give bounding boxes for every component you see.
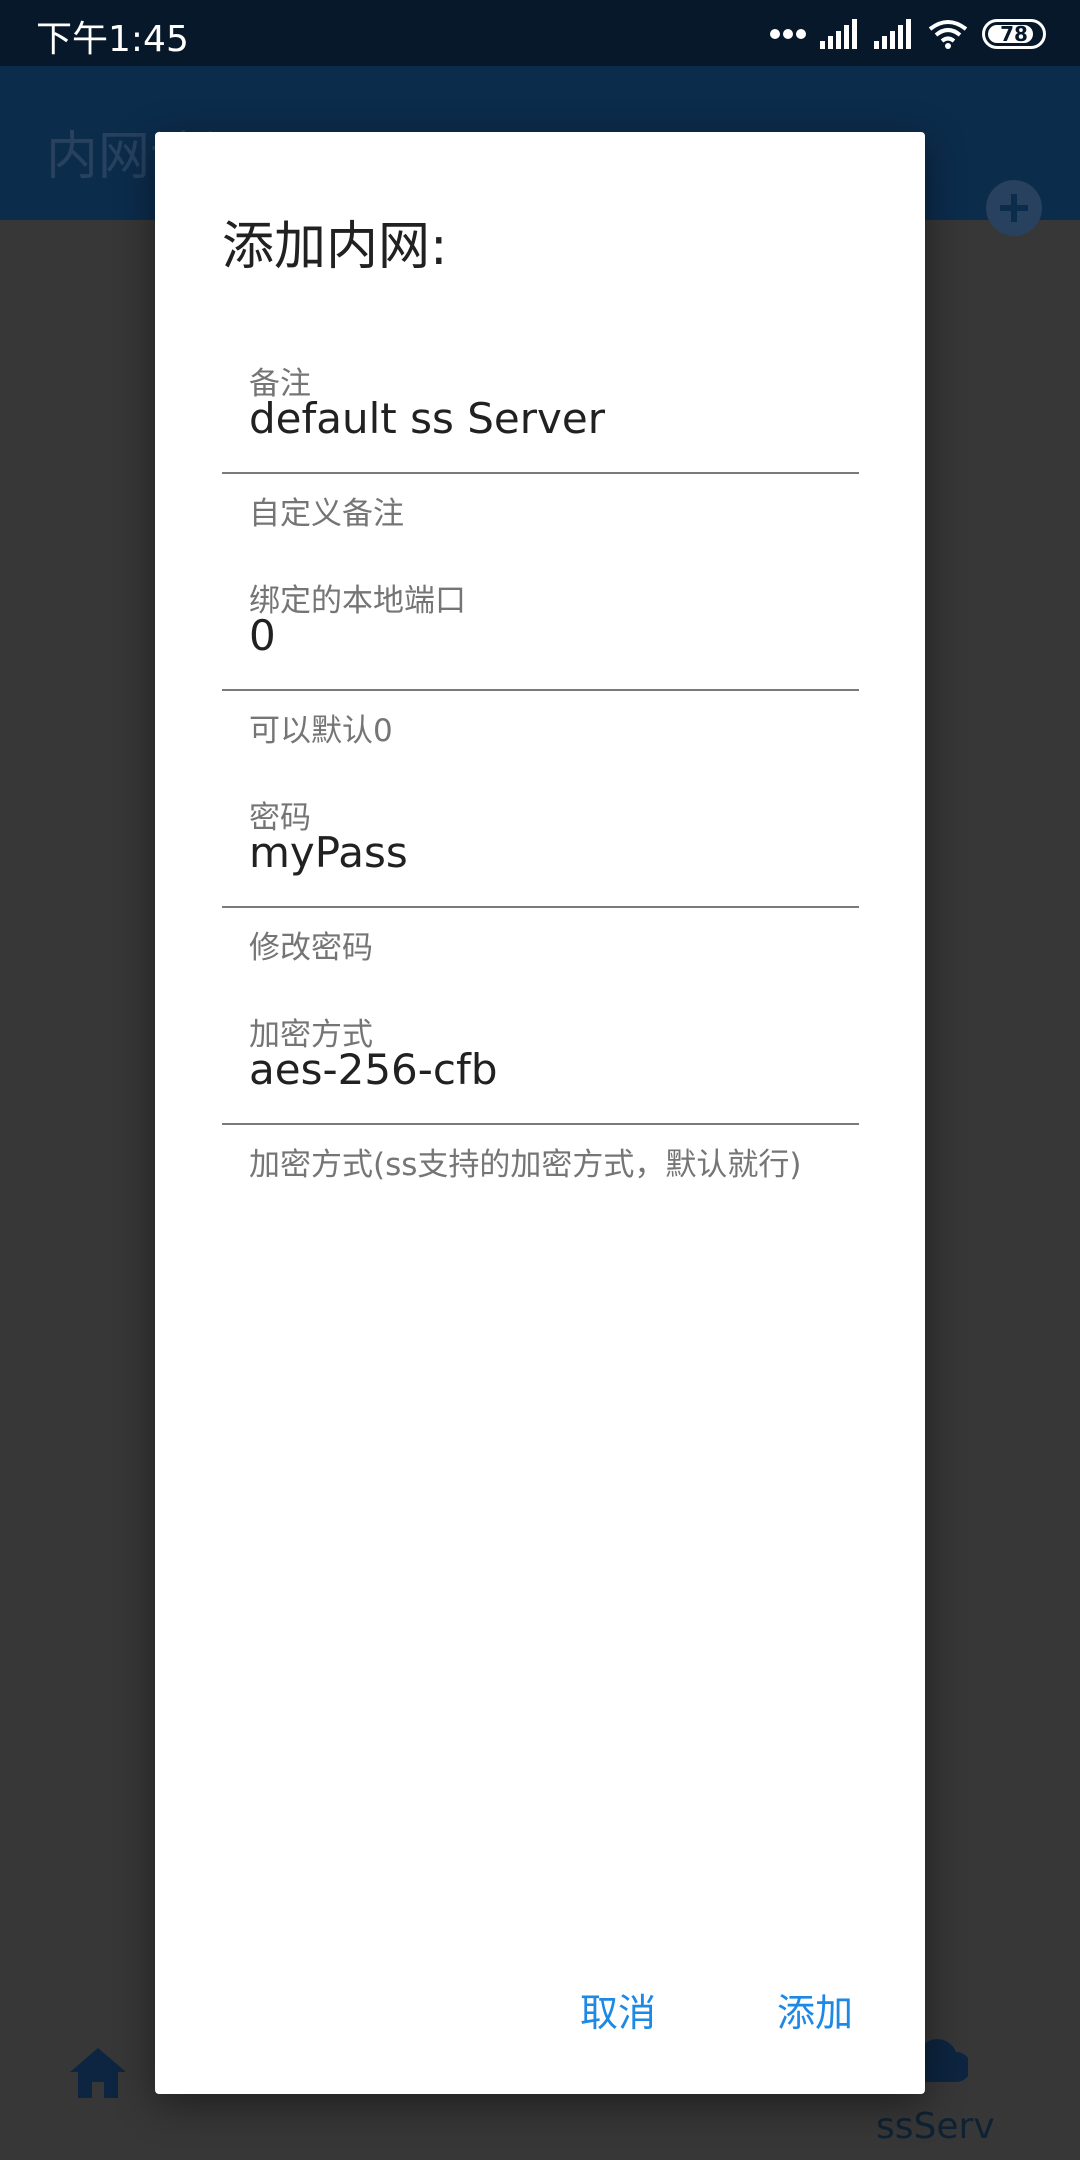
status-icons: 78	[770, 14, 1046, 54]
helper-text: 加密方式(ss支持的加密方式，默认就行)	[249, 1147, 802, 1183]
input-underline	[222, 472, 859, 474]
helper-text: 自定义备注	[249, 496, 404, 532]
helper-text: 可以默认0	[249, 713, 393, 749]
cancel-button[interactable]: 取消	[580, 1982, 656, 2037]
bottom-nav-label-ssserv[interactable]: ssServ	[876, 2106, 995, 2147]
local-port-input[interactable]: 0	[249, 611, 276, 660]
input-underline	[222, 689, 859, 691]
input-underline	[222, 1123, 859, 1125]
status-time: 下午1:45	[36, 19, 189, 60]
battery-icon: 78	[982, 19, 1046, 49]
home-icon[interactable]	[70, 2048, 126, 2098]
wifi-icon	[928, 20, 968, 49]
dialog-title: 添加内网:	[222, 217, 448, 277]
status-bar: 下午1:45 78	[0, 0, 1080, 66]
signal-icon	[820, 19, 857, 49]
input-underline	[222, 906, 859, 908]
helper-text: 修改密码	[249, 930, 373, 966]
signal-icon	[874, 19, 911, 49]
battery-level: 78	[1000, 22, 1028, 46]
add-button[interactable]: 添加	[777, 1982, 853, 2037]
add-intranet-dialog: 添加内网: 备注 default ss Server 自定义备注 绑定的本地端口…	[155, 132, 925, 2094]
encryption-input[interactable]: aes-256-cfb	[249, 1045, 497, 1094]
add-circle-icon[interactable]	[986, 180, 1042, 236]
more-dots-icon	[770, 29, 806, 39]
password-input[interactable]: myPass	[249, 828, 408, 877]
field-label: 绑定的本地端口	[249, 583, 466, 619]
note-input[interactable]: default ss Server	[249, 394, 605, 443]
